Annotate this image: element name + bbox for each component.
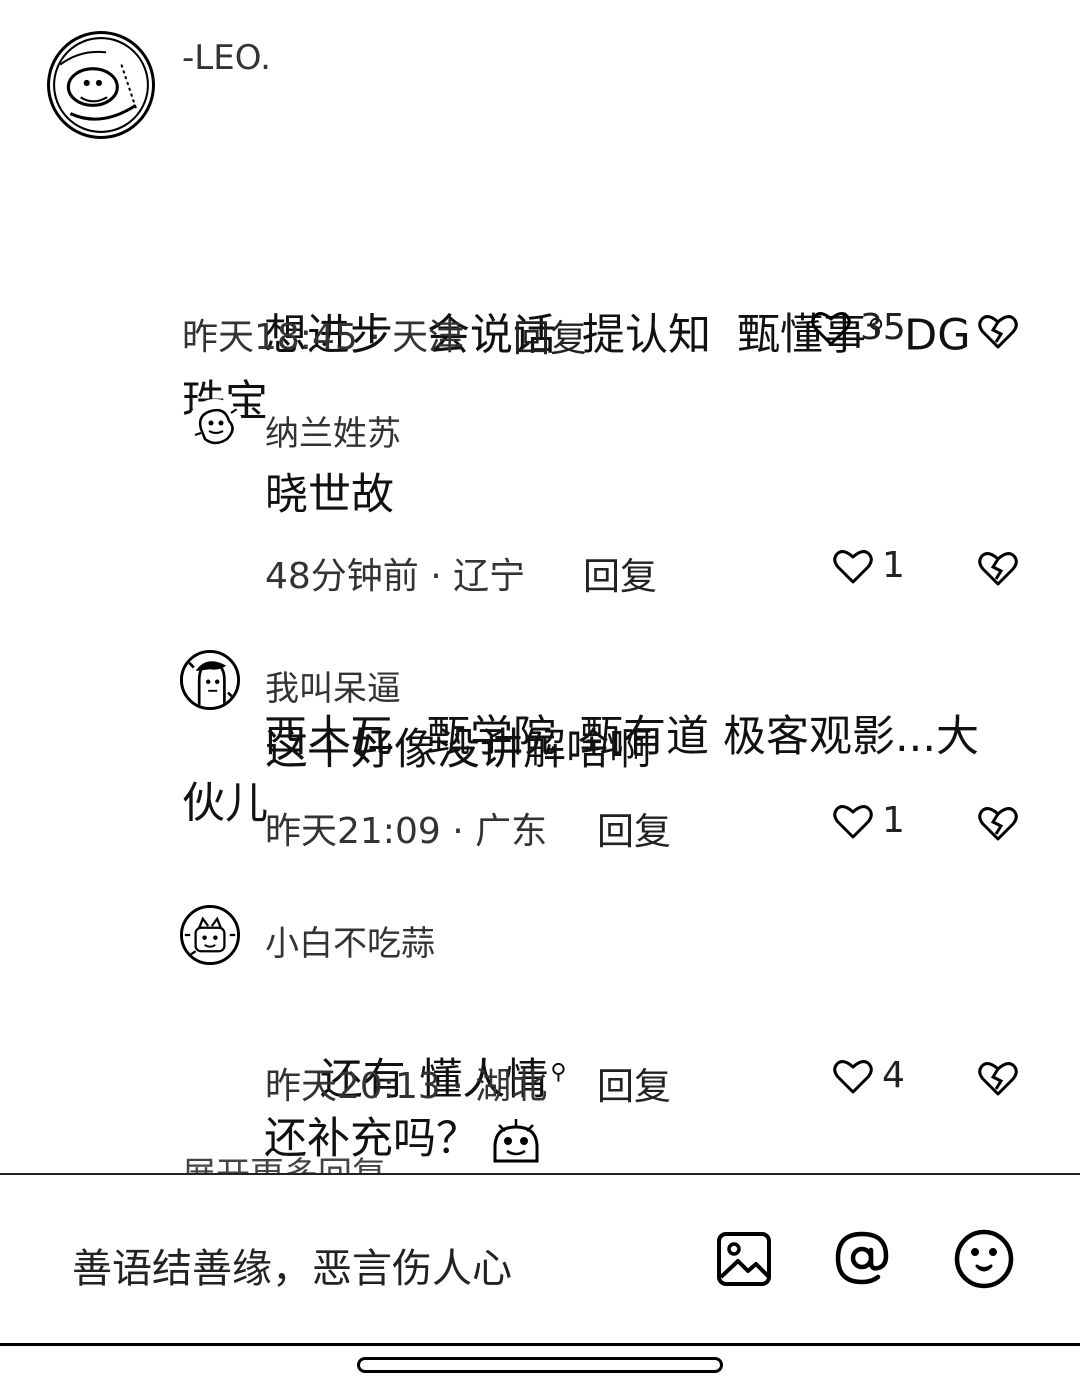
comment-text: 晓世故	[265, 470, 394, 520]
heart-outline-icon	[833, 804, 873, 838]
like-count: 1	[882, 800, 905, 841]
comment-meta: 昨天18:45 · 天津	[182, 317, 465, 358]
username[interactable]: 小白不吃蒜	[265, 916, 435, 965]
broken-heart-icon[interactable]	[977, 309, 1019, 351]
home-indicator[interactable]	[357, 1357, 723, 1373]
smiley-icon[interactable]	[953, 1228, 1015, 1290]
heart-outline-icon	[833, 1059, 873, 1093]
like-count: 35	[860, 307, 906, 348]
like-button[interactable]: 35	[810, 307, 906, 348]
heart-outline-icon	[833, 549, 873, 583]
like-button[interactable]: 1	[832, 545, 905, 586]
avatar-image	[183, 908, 237, 962]
username[interactable]: 我叫呆逼	[265, 661, 401, 710]
like-count: 1	[882, 545, 905, 586]
reply-button[interactable]: 回复	[597, 1056, 671, 1110]
like-button[interactable]: 4	[832, 1055, 905, 1096]
search-icon: ⚲	[550, 1060, 567, 1085]
comment-text: 这个好像没讲解啥啊	[265, 725, 652, 775]
like-count: 4	[882, 1055, 905, 1096]
avatar[interactable]	[187, 399, 243, 455]
avatar[interactable]	[47, 31, 155, 139]
comment-text-word: 提认知	[582, 310, 712, 361]
heart-outline-icon	[811, 311, 851, 345]
more-replies-link[interactable]: 展开更多回复	[182, 1157, 386, 1173]
broken-heart-icon[interactable]	[977, 1056, 1019, 1098]
broken-heart-icon[interactable]	[977, 546, 1019, 588]
reply-button[interactable]: 回复	[583, 546, 657, 600]
username[interactable]: 纳兰姓苏	[265, 406, 401, 455]
avatar[interactable]	[180, 650, 240, 710]
comment-input[interactable]: 善语结善缘，恶言伤人心	[72, 1236, 512, 1294]
avatar-image	[53, 37, 149, 133]
reply-button[interactable]: 回复	[597, 801, 671, 855]
at-icon[interactable]	[832, 1228, 892, 1288]
broken-heart-icon[interactable]	[977, 801, 1019, 843]
avatar-image	[194, 408, 238, 445]
screen-bottom-border	[0, 1343, 1080, 1346]
comment-meta: 昨天21:09 · 广东	[265, 811, 548, 852]
image-icon[interactable]	[716, 1231, 772, 1287]
reply-button[interactable]: 回复	[513, 308, 587, 362]
comment-meta: 48分钟前 · 辽宁	[265, 556, 526, 597]
avatar[interactable]	[180, 905, 240, 965]
avatar-image	[183, 653, 237, 707]
username[interactable]: -LEO.	[182, 38, 271, 78]
like-button[interactable]: 1	[832, 800, 905, 841]
comment-meta: 昨天20:13 · 湖北	[265, 1066, 548, 1107]
